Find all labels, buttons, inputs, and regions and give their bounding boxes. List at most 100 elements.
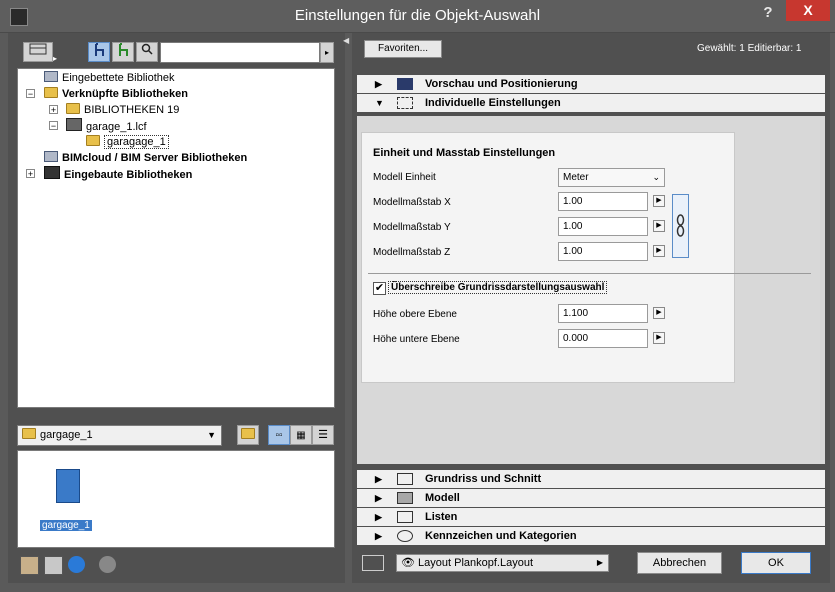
folder-icon bbox=[66, 103, 80, 114]
scale-x-label: Modellmaßstab X bbox=[373, 197, 451, 208]
expand-arrow-icon: ▶ bbox=[375, 79, 382, 89]
object-filter-button[interactable] bbox=[88, 42, 110, 62]
large-icons-view-button[interactable]: ▫▫ bbox=[268, 425, 290, 445]
section-preview-positioning[interactable]: ▶ Vorschau und Positionierung bbox=[357, 75, 825, 93]
search-icon bbox=[141, 43, 153, 55]
layers-icon[interactable] bbox=[362, 555, 384, 571]
close-button[interactable]: X bbox=[786, 0, 830, 21]
tag-icon bbox=[397, 530, 413, 542]
scale-y-arrow-button[interactable]: ▶ bbox=[653, 220, 665, 232]
tree-item-lcf[interactable]: garage_1.lcf bbox=[66, 118, 147, 134]
scale-y-input[interactable]: 1.00 bbox=[558, 217, 648, 236]
settings-card: Einheit und Masstab Einstellungen Modell… bbox=[361, 132, 811, 383]
add-object-icon[interactable] bbox=[44, 556, 63, 575]
preview-item-label[interactable]: gargage_1 bbox=[40, 520, 92, 531]
link-scale-toggle[interactable] bbox=[672, 194, 689, 258]
folder-up-button[interactable] bbox=[237, 425, 259, 445]
tree-item-builtin[interactable]: Eingebaute Bibliotheken bbox=[44, 166, 192, 182]
expand-arrow-icon: ▶ bbox=[375, 474, 382, 484]
expand-icon[interactable]: + bbox=[26, 169, 35, 179]
tree-item-garage-folder[interactable]: garagage_1 bbox=[86, 134, 169, 150]
section-labels-categories[interactable]: ▶ Kennzeichen und Kategorien bbox=[357, 527, 825, 545]
expand-arrow-icon: ▶ bbox=[375, 512, 382, 522]
green-object-filter-button[interactable] bbox=[112, 42, 134, 62]
list-icon: ☰ bbox=[318, 429, 328, 441]
override-label: Überschreibe Grundrissdarstellungsauswah… bbox=[388, 281, 608, 294]
search-button[interactable] bbox=[136, 42, 158, 62]
folder-select[interactable]: gargage_1 ▼ bbox=[17, 425, 222, 446]
chevron-down-icon: ▼ bbox=[207, 430, 216, 440]
scale-z-arrow-button[interactable]: ▶ bbox=[653, 245, 665, 257]
favorites-button[interactable]: Favoriten... bbox=[364, 40, 442, 58]
lower-level-input[interactable]: 0.000 bbox=[558, 329, 648, 348]
cancel-button[interactable]: Abbrechen bbox=[637, 552, 722, 574]
library-icon bbox=[44, 71, 58, 82]
collapse-arrow-icon: ▼ bbox=[375, 98, 384, 108]
view-mode-button[interactable] bbox=[23, 42, 53, 62]
cube-icon bbox=[397, 78, 413, 90]
selection-status: Gewählt: 1 Editierbar: 1 bbox=[697, 43, 802, 54]
panel-icon bbox=[29, 43, 47, 55]
folder-icon bbox=[22, 428, 36, 439]
scale-x-input[interactable]: 1.00 bbox=[558, 192, 648, 211]
help-button[interactable]: ? bbox=[759, 4, 777, 22]
globe-icon[interactable] bbox=[68, 556, 85, 573]
library-tree[interactable]: Eingebettete Bibliothek − Verknüpfte Bib… bbox=[17, 68, 335, 408]
search-go-button[interactable]: ▸ bbox=[320, 42, 334, 63]
chevron-down-icon: ▸ bbox=[53, 54, 58, 63]
scale-x-arrow-button[interactable]: ▶ bbox=[653, 195, 665, 207]
model-icon bbox=[397, 492, 413, 504]
lower-level-arrow-button[interactable]: ▶ bbox=[653, 332, 665, 344]
tree-item-embedded[interactable]: Eingebettete Bibliothek bbox=[44, 70, 175, 86]
object-preview-area[interactable]: gargage_1 bbox=[17, 450, 335, 548]
settings-heading: Einheit und Masstab Einstellungen bbox=[373, 147, 556, 159]
expand-icon[interactable]: + bbox=[49, 105, 58, 115]
scale-z-label: Modellmaßstab Z bbox=[373, 247, 451, 258]
tree-item-bibliotheken[interactable]: BIBLIOTHEKEN 19 bbox=[66, 102, 179, 118]
folder-icon bbox=[44, 87, 58, 98]
floorplan-icon bbox=[397, 473, 413, 485]
collapse-pane-icon[interactable]: ◀ bbox=[343, 36, 349, 45]
section-individual-settings[interactable]: ▼ Individuelle Einstellungen bbox=[357, 94, 825, 112]
folder-up-icon bbox=[241, 428, 255, 439]
window-title: Einstellungen für die Objekt-Auswahl bbox=[294, 7, 541, 24]
lower-level-label: Höhe untere Ebene bbox=[373, 334, 460, 345]
model-unit-select[interactable]: Meter ⌄ bbox=[558, 168, 665, 187]
chair-green-icon bbox=[119, 43, 128, 56]
search-input[interactable] bbox=[160, 42, 320, 63]
scale-y-label: Modellmaßstab Y bbox=[373, 222, 451, 233]
override-checkbox[interactable]: ✔ bbox=[373, 282, 386, 295]
list-view-button[interactable]: ☰ bbox=[312, 425, 334, 445]
divider bbox=[368, 273, 811, 274]
upper-level-input[interactable]: 1.100 bbox=[558, 304, 648, 323]
tree-item-bimcloud[interactable]: BIMcloud / BIM Server Bibliotheken bbox=[44, 150, 247, 166]
library-manager-icon[interactable] bbox=[20, 556, 39, 575]
model-unit-label: Modell Einheit bbox=[373, 172, 436, 183]
section-model[interactable]: ▶ Modell bbox=[357, 489, 825, 507]
cloud-icon[interactable] bbox=[99, 556, 116, 573]
builtin-library-icon bbox=[44, 166, 60, 179]
upper-level-arrow-button[interactable]: ▶ bbox=[653, 307, 665, 319]
archive-icon bbox=[66, 118, 82, 131]
collapse-icon[interactable]: − bbox=[26, 89, 35, 99]
pane-splitter[interactable] bbox=[345, 33, 352, 583]
small-icons-view-button[interactable]: ▦ bbox=[290, 425, 312, 445]
upper-level-label: Höhe obere Ebene bbox=[373, 309, 457, 320]
list-icon bbox=[397, 511, 413, 523]
eye-icon: 👁 bbox=[401, 557, 415, 569]
scale-z-input[interactable]: 1.00 bbox=[558, 242, 648, 261]
expand-arrow-icon: ▶ bbox=[375, 531, 382, 541]
ok-button[interactable]: OK bbox=[741, 552, 811, 574]
section-listen[interactable]: ▶ Listen bbox=[357, 508, 825, 526]
collapse-icon[interactable]: − bbox=[49, 121, 58, 131]
chair-object-icon[interactable] bbox=[56, 469, 80, 503]
settings-grid-icon bbox=[397, 97, 413, 109]
chair-icon bbox=[95, 43, 104, 56]
chain-link-icon bbox=[676, 214, 685, 237]
small-grid-icon: ▦ bbox=[296, 430, 306, 441]
tree-item-linked[interactable]: Verknüpfte Bibliotheken bbox=[44, 86, 188, 102]
section-floorplan-section[interactable]: ▶ Grundriss und Schnitt bbox=[357, 470, 825, 488]
chevron-right-icon: ▶ bbox=[596, 558, 603, 567]
layout-select[interactable]: 👁 Layout Plankopf.Layout ▶ bbox=[396, 554, 609, 572]
expand-arrow-icon: ▶ bbox=[375, 493, 382, 503]
